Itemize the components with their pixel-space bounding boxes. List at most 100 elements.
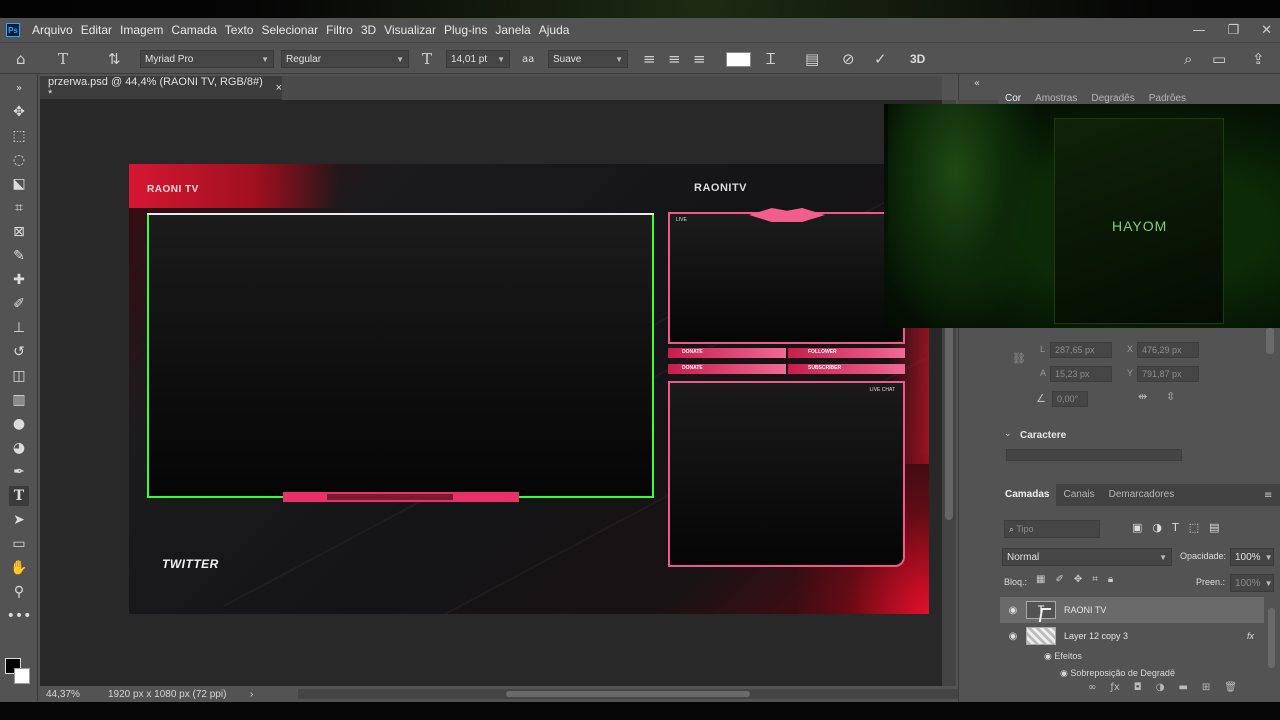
menu-plugins[interactable]: Plug-ins [440,23,491,37]
align-left-icon[interactable]: ≡ [643,49,656,69]
menu-arquivo[interactable]: Arquivo [28,23,77,37]
menu-janela[interactable]: Janela [491,23,534,37]
alert-bar[interactable]: DONATE [668,348,786,358]
height-field[interactable]: 15,23 px [1050,366,1112,382]
minimize-button[interactable]: — [1192,23,1205,38]
close-button[interactable]: ✕ [1261,23,1272,38]
brand-title-left[interactable]: RAONI TV [147,184,199,195]
menu-editar[interactable]: Editar [77,23,116,37]
chevron-down-icon[interactable]: ⌄ [1004,429,1012,439]
type-filter-icon[interactable]: T [1172,521,1179,534]
object-select-tool-icon[interactable]: ⬕ [9,174,29,194]
history-brush-tool-icon[interactable]: ↺ [9,342,29,362]
healing-brush-tool-icon[interactable]: ✚ [9,270,29,290]
menu-ajuda[interactable]: Ajuda [535,23,574,37]
name-bar[interactable] [283,492,519,502]
background-color-swatch[interactable] [14,668,30,684]
eraser-tool-icon[interactable]: ◫ [9,366,29,386]
adjustment-layer-icon[interactable]: ◑ [1156,682,1165,693]
blend-mode-select[interactable]: Normal ▼ [1002,548,1172,566]
alert-bar[interactable]: DONATE [668,364,786,374]
stamp-tool-icon[interactable]: ⊥ [9,318,29,338]
fx-icon[interactable]: fx [1247,631,1254,641]
cancel-icon[interactable]: ⊘ [842,49,855,69]
lock-all-icon[interactable]: 🔒︎ [1108,574,1113,585]
webcam-frame[interactable]: LIVE [668,212,905,344]
x-field[interactable]: 476,29 px [1137,342,1199,358]
smart-object-filter-icon[interactable]: ▤ [1209,521,1219,534]
add-style-icon[interactable]: ƒx [1110,682,1119,693]
align-center-icon[interactable]: ≡ [668,49,681,69]
blur-tool-icon[interactable]: ● [9,414,29,434]
workspace-icon[interactable]: ▭ [1212,49,1226,69]
restore-button[interactable]: ❐ [1227,23,1239,38]
visibility-eye-icon[interactable]: ◉ [1044,651,1052,661]
twitter-label[interactable]: TWITTER [162,557,219,571]
horizontal-scrollbar[interactable] [298,689,978,699]
opacity-field[interactable]: 100% ▼ [1230,548,1274,566]
gradient-tool-icon[interactable]: ▥ [9,390,29,410]
link-icon[interactable]: ⛓ [1012,352,1026,365]
character-panel-icon[interactable]: ▤ [805,49,819,69]
tab-camadas[interactable]: Camadas [998,484,1057,506]
visibility-eye-icon[interactable]: ◉ [1000,631,1026,642]
status-arrow-icon[interactable]: › [250,689,270,700]
lock-transparency-icon[interactable]: ▦ [1036,574,1045,585]
lasso-tool-icon[interactable]: ◌ [9,150,29,170]
flip-horizontal-icon[interactable]: ⇹ [1138,390,1147,403]
hand-tool-icon[interactable]: ✋ [9,558,29,578]
layer-row[interactable]: ◉ Layer 12 copy 3 fx [1000,623,1264,649]
commit-check-icon[interactable]: ✓ [874,49,887,69]
menu-camada[interactable]: Camada [167,23,220,37]
gameplay-frame[interactable] [147,213,654,498]
y-field[interactable]: 791,87 px [1137,366,1199,382]
move-tool-icon[interactable]: ✥ [9,102,29,122]
new-layer-icon[interactable]: ⊞ [1202,682,1210,693]
lock-position-icon[interactable]: ✥ [1074,574,1082,585]
menu-selecionar[interactable]: Selecionar [257,23,322,37]
pen-tool-icon[interactable]: ✒ [9,462,29,482]
menu-visualizar[interactable]: Visualizar [380,23,440,37]
rectangle-tool-icon[interactable]: ▭ [9,534,29,554]
properties-scrollbar[interactable] [1266,328,1274,354]
adjustment-filter-icon[interactable]: ◑ [1152,521,1162,534]
lock-artboard-icon[interactable]: ⌗ [1092,574,1098,585]
warp-text-icon[interactable]: Ꮖ [766,49,776,69]
delete-layer-icon[interactable]: 🗑︎ [1224,682,1237,693]
document-tab[interactable]: przerwa.psd @ 44,4% (RAONI TV, RGB/8#) *… [40,76,282,100]
menu-3d[interactable]: 3D [357,23,380,37]
flip-vertical-icon[interactable]: ⇳ [1166,390,1175,403]
menu-filtro[interactable]: Filtro [322,23,357,37]
layers-scrollbar[interactable] [1268,608,1275,668]
visibility-eye-icon[interactable]: ◉ [1060,668,1068,678]
alert-bar[interactable]: SUBSCRIBER [788,364,905,374]
alert-bar[interactable]: FOLLOWER [788,348,905,358]
text-orientation-icon[interactable]: ⇅ [108,49,121,69]
3d-button[interactable]: 3D [910,49,925,69]
width-field[interactable]: 287,65 px [1050,342,1112,358]
home-icon[interactable]: ⌂ [16,49,26,69]
link-layers-icon[interactable]: ∞ [1088,682,1096,693]
tab-demarcadores[interactable]: Demarcadores [1102,484,1182,506]
zoom-level[interactable]: 44,37% [40,689,100,700]
font-style-select[interactable]: Regular ▼ [281,49,409,69]
font-family-select[interactable]: Myriad Pro ▼ [140,49,274,69]
artboard[interactable]: RAONI TV RAONITV TWITTER LIVE DONATE FOL… [129,164,929,614]
character-font-field[interactable] [1006,449,1182,461]
align-right-icon[interactable]: ≡ [693,49,706,69]
add-mask-icon[interactable]: ◘ [1134,682,1142,693]
brand-title-right[interactable]: RAONITV [694,182,747,194]
shape-filter-icon[interactable]: ⬚ [1189,521,1199,534]
tab-canais[interactable]: Canais [1056,484,1101,506]
font-size-select[interactable]: 14,01 pt ▼ [446,49,510,69]
more-tools-icon[interactable]: ••• [7,606,32,626]
share-icon[interactable]: ⇪ [1252,49,1265,69]
fill-field[interactable]: 100% ▼ [1230,574,1274,592]
collapse-toolbar-icon[interactable]: » [9,78,29,98]
eyedropper-tool-icon[interactable]: ✎ [9,246,29,266]
zoom-tool-icon[interactable]: ⚲ [9,582,29,602]
type-tool-icon[interactable]: T [9,486,29,506]
collapse-panels-icon[interactable]: « [974,78,980,89]
layer-filter-field[interactable]: ⌕ Tipo [1004,520,1100,538]
path-select-tool-icon[interactable]: ➤ [9,510,29,530]
